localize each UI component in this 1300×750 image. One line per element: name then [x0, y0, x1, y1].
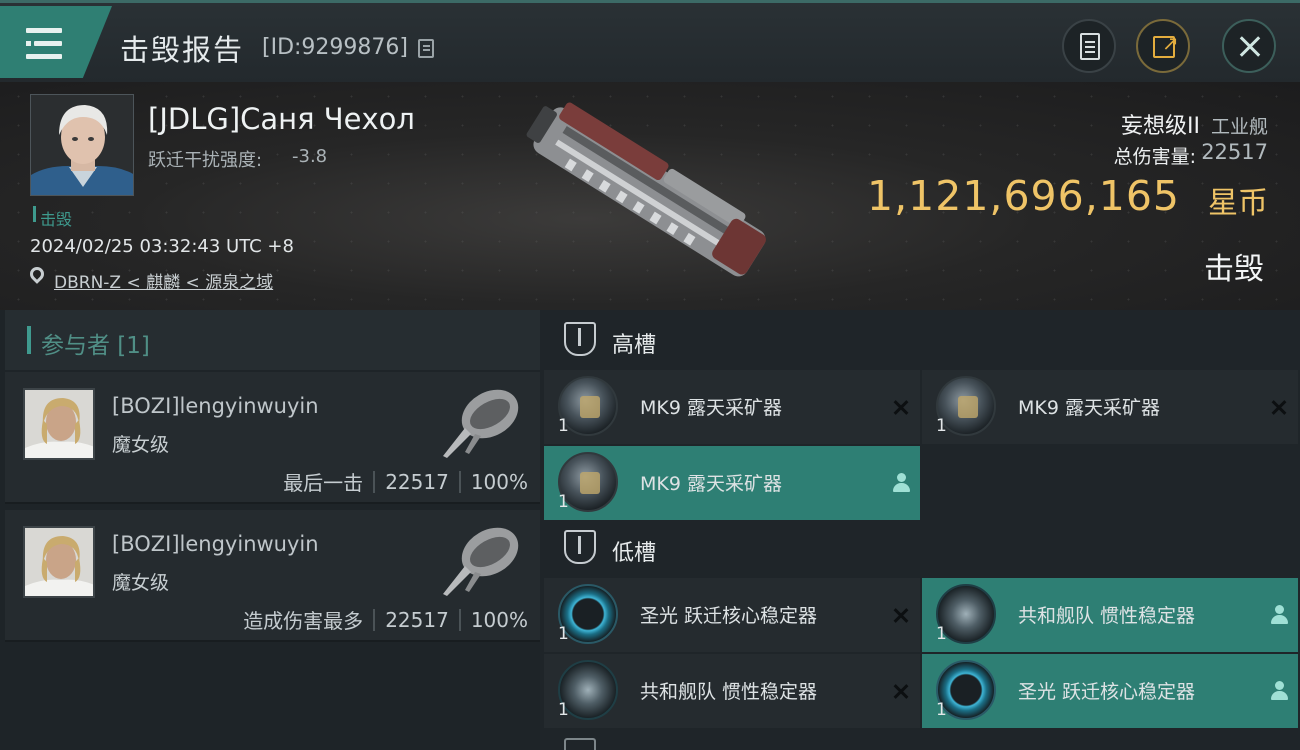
- participant-row[interactable]: [BOZI]lengyinwuyin 魔女级 最后一击 22517 100%: [5, 372, 540, 504]
- menu-icon: [26, 28, 62, 33]
- total-damage-label: 总伤害量:: [1113, 146, 1196, 168]
- ship-type: 工业舰: [1210, 116, 1268, 138]
- high-slot-header: 高槽: [540, 310, 1300, 370]
- stats-divider: [373, 470, 376, 493]
- total-damage-value: 22517: [1201, 140, 1268, 164]
- status-tag: 击毁: [40, 210, 73, 229]
- module-item[interactable]: 1 MK9 露天采矿器: [922, 370, 1298, 444]
- section-marker: [27, 326, 31, 354]
- module-name: MK9 露天采矿器: [640, 473, 782, 495]
- module-quantity: 1: [936, 416, 947, 436]
- participant-name[interactable]: [BOZI]lengyinwuyin: [112, 532, 319, 556]
- module-quantity: 1: [558, 492, 569, 512]
- menu-icon-bar: [34, 41, 62, 46]
- module-quantity: 1: [558, 700, 569, 720]
- participant-stats: 造成伤害最多 22517 100%: [243, 605, 528, 634]
- module-item[interactable]: 1 共和舰队 惯性稳定器: [922, 578, 1298, 652]
- module-item[interactable]: 1 圣光 跃迁核心稳定器: [544, 578, 920, 652]
- fittings-panel: 高槽 1 MK9 露天采矿器 1 MK9 露天采矿器 1 MK9 露天采矿器 低…: [540, 310, 1300, 750]
- module-item[interactable]: 1 共和舰队 惯性稳定器: [544, 654, 920, 728]
- participant-avatar[interactable]: [23, 388, 95, 460]
- participant-ship: 魔女级: [112, 572, 170, 594]
- share-button[interactable]: ↗: [1136, 19, 1190, 73]
- low-slot-title: 低槽: [612, 541, 657, 566]
- module-quantity: 1: [558, 416, 569, 436]
- menu-icon-bar: [26, 54, 62, 59]
- module-quantity: 1: [936, 624, 947, 644]
- module-name: MK9 露天采矿器: [640, 397, 782, 419]
- participant-avatar[interactable]: [23, 526, 95, 598]
- participant-ship-image: [435, 514, 525, 604]
- participant-tag: 最后一击: [283, 471, 364, 495]
- participant-ship: 魔女级: [112, 434, 170, 456]
- participants-header: 参与者 [1]: [5, 310, 540, 370]
- module-quantity: 1: [936, 700, 947, 720]
- report-id: [ID:9299876]: [262, 35, 408, 60]
- close-button[interactable]: [1222, 19, 1276, 73]
- victim-banner: [JDLG]Саня Чехол 跃迁干扰强度: -3.8 击毁 2024/02…: [0, 82, 1300, 310]
- module-quantity: 1: [558, 624, 569, 644]
- rig-slot-icon: [564, 738, 596, 750]
- participant-damage: 22517: [385, 469, 449, 494]
- ship-class[interactable]: 妄想级II: [1121, 108, 1200, 140]
- participants-panel: 参与者 [1] [BOZI]lengyinwuyin 魔女级 最后一击 2251…: [0, 310, 540, 750]
- kill-datetime: 2024/02/25 03:32:43 UTC +8: [30, 236, 294, 257]
- high-slot-icon: [564, 322, 596, 356]
- high-slot-title: 高槽: [612, 333, 657, 358]
- victim-ship-image: [505, 96, 795, 286]
- notes-button[interactable]: [1062, 19, 1116, 73]
- low-slot-header: 低槽: [540, 518, 1300, 578]
- module-item[interactable]: 1 圣光 跃迁核心稳定器: [922, 654, 1298, 728]
- victim-name[interactable]: [JDLG]Саня Чехол: [148, 102, 415, 136]
- warp-strength-value: -3.8: [292, 146, 328, 167]
- module-item[interactable]: 1 MK9 露天采矿器: [544, 370, 920, 444]
- dropped-icon: [1270, 681, 1288, 701]
- participant-percent: 100%: [470, 469, 528, 494]
- isk-unit: 星币: [1208, 186, 1268, 221]
- copy-icon[interactable]: [418, 39, 434, 58]
- participant-tag: 造成伤害最多: [243, 609, 364, 633]
- participant-stats: 最后一击 22517 100%: [283, 467, 528, 496]
- module-item[interactable]: 1 MK9 露天采矿器: [544, 446, 920, 520]
- location-link[interactable]: DBRN-Z < 麒麟 < 源泉之域: [54, 268, 273, 293]
- victim-avatar[interactable]: [30, 94, 134, 196]
- isk-value: 1,121,696,165: [867, 172, 1180, 220]
- participants-title: 参与者 [1]: [41, 333, 150, 359]
- status-marker: [33, 206, 36, 222]
- stats-divider: [458, 608, 461, 631]
- location-pin-icon: [27, 264, 47, 284]
- module-name: 共和舰队 惯性稳定器: [640, 681, 818, 703]
- dropped-icon: [892, 473, 910, 493]
- header-bar: 击毁报告 [ID:9299876] ↗: [0, 0, 1300, 82]
- low-slot-icon: [564, 530, 596, 564]
- clipboard-icon: [1080, 33, 1100, 60]
- module-name: 共和舰队 惯性稳定器: [1018, 605, 1196, 627]
- menu-icon-dot: [26, 41, 31, 46]
- participant-damage: 22517: [385, 607, 449, 632]
- menu-button[interactable]: [0, 6, 112, 78]
- participant-row[interactable]: [BOZI]lengyinwuyin 魔女级 造成伤害最多 22517 100%: [5, 510, 540, 642]
- dropped-icon: [1270, 605, 1288, 625]
- kill-result: 击毁: [1204, 252, 1264, 287]
- stats-divider: [373, 608, 376, 631]
- page-title: 击毁报告: [120, 33, 245, 67]
- participant-ship-image: [435, 376, 525, 466]
- module-name: 圣光 跃迁核心稳定器: [640, 605, 818, 627]
- participant-name[interactable]: [BOZI]lengyinwuyin: [112, 394, 319, 418]
- share-arrow-icon: ↗: [1162, 31, 1179, 55]
- warp-strength-label: 跃迁干扰强度:: [148, 150, 263, 171]
- participant-percent: 100%: [470, 607, 528, 632]
- module-name: 圣光 跃迁核心稳定器: [1018, 681, 1196, 703]
- module-name: MK9 露天采矿器: [1018, 397, 1160, 419]
- stats-divider: [458, 470, 461, 493]
